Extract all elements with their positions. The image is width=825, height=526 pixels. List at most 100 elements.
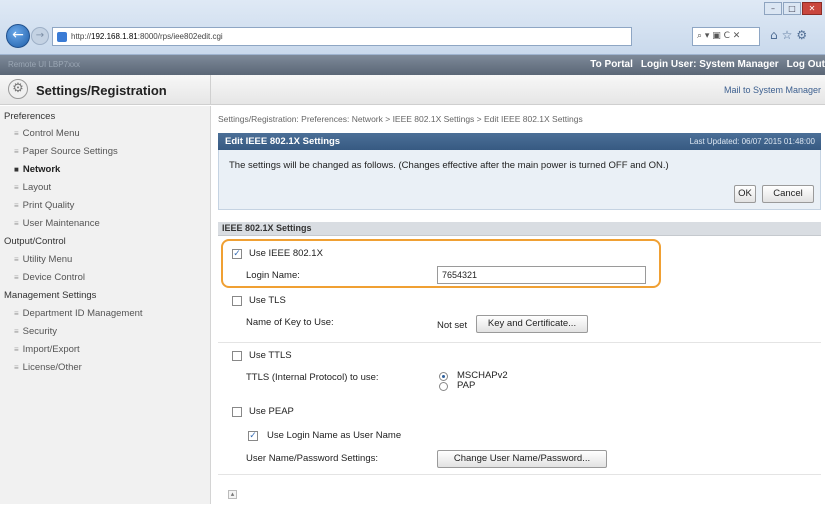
sidebar-item-label: Layout (22, 182, 52, 193)
panel-header: Edit IEEE 802.1X Settings Last Updated: … (218, 133, 821, 150)
panel-message-box: The settings will be changed as follows.… (218, 150, 821, 210)
use-ieee-label: Use IEEE 802.1X (249, 248, 323, 259)
sidebar-item-layout[interactable]: ≡ Layout (14, 182, 51, 193)
sidebar-item-security[interactable]: ≡ Security (14, 326, 57, 337)
last-updated: Last Updated: 06/07 2015 01:48:00 (689, 137, 815, 146)
browser-chrome: – □ ✕ ← → http://192.168.1.81:8000/rps/iee… (0, 0, 825, 55)
sidebar-item-label: Device Control (22, 272, 85, 283)
use-tls-checkbox[interactable] (232, 296, 242, 306)
use-ieee-checkbox[interactable]: ✓ (232, 249, 242, 259)
use-ttls-checkbox[interactable] (232, 351, 242, 361)
url-prefix: http:// (71, 32, 92, 41)
bullet-icon: ≡ (14, 327, 19, 336)
star-icon[interactable]: ☆ (782, 28, 797, 42)
address-bar[interactable]: http://192.168.1.81:8000/rps/iee802edit.… (52, 27, 632, 46)
url-host: 192.168.1.81 (91, 32, 138, 41)
sidebar-item-label: Paper Source Settings (22, 146, 118, 157)
sidebar-item-license-other[interactable]: ≡ License/Other (14, 362, 82, 373)
sidebar-group-output-control[interactable]: Output/Control (4, 236, 66, 247)
mail-system-manager-link[interactable]: Mail to System Manager (724, 85, 821, 95)
section-title: IEEE 802.1X Settings (222, 223, 312, 233)
sidebar-item-paper-source[interactable]: ≡ Paper Source Settings (14, 146, 118, 157)
pap-label: PAP (457, 380, 476, 391)
mschapv2-radio[interactable] (439, 372, 448, 381)
minimize-button[interactable]: – (764, 2, 782, 15)
change-notice: The settings will be changed as follows.… (229, 160, 669, 171)
sidebar-item-network[interactable]: ■ Network (14, 164, 60, 175)
login-user-label: Login User: System Manager (640, 59, 779, 70)
panel-title: Edit IEEE 802.1X Settings (225, 136, 341, 147)
site-favicon-icon (57, 32, 67, 42)
section-divider (218, 342, 821, 343)
sidebar-group-preferences[interactable]: Preferences (4, 111, 55, 122)
sidebar-item-label: License/Other (22, 362, 82, 373)
bullet-icon: ≡ (14, 183, 19, 192)
sidebar-item-label: Import/Export (22, 344, 80, 355)
use-login-as-user-label: Use Login Name as User Name (267, 430, 402, 441)
bullet-icon: ≡ (14, 129, 19, 138)
maximize-button[interactable]: □ (783, 2, 801, 15)
gear-icon[interactable]: ⚙ (796, 28, 811, 42)
sidebar-group-management[interactable]: Management Settings (4, 290, 96, 301)
to-portal-link[interactable]: To Portal (590, 59, 633, 70)
close-window-button[interactable]: ✕ (802, 2, 822, 15)
key-to-use-value: Not set (437, 320, 468, 331)
page-title: Settings/Registration (36, 83, 167, 98)
settings-gear-icon: ⚙ (8, 79, 28, 99)
pap-radio[interactable] (439, 382, 448, 391)
sidebar-item-department-id[interactable]: ≡ Department ID Management (14, 308, 143, 319)
scroll-top-icon[interactable]: ▴ (228, 490, 237, 499)
sidebar-item-label: Control Menu (22, 128, 80, 139)
home-icon[interactable]: ⌂ (770, 28, 782, 42)
bullet-icon: ≡ (14, 219, 19, 228)
login-name-label: Login Name: (246, 270, 300, 281)
app-topbar: Remote UI LBP7xxx To Portal Login User: S… (0, 55, 825, 75)
bullet-icon: ≡ (14, 201, 19, 210)
sidebar-item-label: Security (22, 326, 57, 337)
cancel-button[interactable]: Cancel (762, 185, 814, 203)
sidebar: Preferences ≡ Control Menu ≡ Paper Source … (0, 106, 211, 504)
sidebar-item-print-quality[interactable]: ≡ Print Quality (14, 200, 74, 211)
sidebar-item-label: Network (22, 164, 61, 175)
sidebar-item-label: User Maintenance (22, 218, 100, 229)
bullet-icon: ■ (14, 165, 19, 174)
sidebar-item-device-control[interactable]: ≡ Device Control (14, 272, 85, 283)
bottom-divider (218, 474, 821, 475)
bullet-icon: ≡ (14, 363, 19, 372)
page-title-row: ⚙ Settings/Registration Mail to System M… (0, 75, 825, 105)
back-arrow-icon[interactable]: ← (6, 24, 30, 48)
use-peap-label: Use PEAP (249, 406, 294, 417)
sidebar-item-control-menu[interactable]: ≡ Control Menu (14, 128, 80, 139)
bullet-icon: ≡ (14, 255, 19, 264)
sidebar-item-label: Department ID Management (22, 308, 143, 319)
forward-arrow-icon[interactable]: → (31, 27, 49, 45)
ok-button[interactable]: OK (734, 185, 756, 203)
device-brand: Remote UI LBP7xxx (8, 60, 81, 69)
sidebar-item-utility-menu[interactable]: ≡ Utility Menu (14, 254, 72, 265)
use-login-as-user-checkbox[interactable]: ✓ (248, 431, 258, 441)
title-divider (210, 75, 211, 105)
sidebar-item-label: Print Quality (22, 200, 75, 211)
address-controls[interactable]: ⌕ ▾ ▣ C ✕ (692, 27, 760, 46)
bullet-icon: ≡ (14, 273, 19, 282)
use-tls-label: Use TLS (249, 295, 286, 306)
user-pw-settings-label: User Name/Password Settings: (246, 453, 378, 464)
use-peap-checkbox[interactable] (232, 407, 242, 417)
section-header: IEEE 802.1X Settings (218, 222, 821, 236)
login-name-field[interactable]: 7654321 (437, 266, 646, 284)
key-to-use-label: Name of Key to Use: (246, 317, 334, 328)
key-and-certificate-button[interactable]: Key and Certificate... (476, 315, 588, 333)
ttls-protocol-label: TTLS (Internal Protocol) to use: (246, 372, 379, 383)
url-path: :8000/rps/iee802edit.cgi (137, 32, 223, 41)
logout-link[interactable]: Log Out (787, 59, 825, 70)
bullet-icon: ≡ (14, 309, 19, 318)
breadcrumb: Settings/Registration: Preferences: Netw… (218, 114, 583, 124)
use-ttls-label: Use TTLS (249, 350, 292, 361)
sidebar-item-import-export[interactable]: ≡ Import/Export (14, 344, 80, 355)
toolbar-icons: ⌂☆⚙ (770, 28, 811, 42)
sidebar-item-user-maintenance[interactable]: ≡ User Maintenance (14, 218, 100, 229)
sidebar-item-label: Utility Menu (22, 254, 73, 265)
change-user-password-button[interactable]: Change User Name/Password... (437, 450, 607, 468)
bullet-icon: ≡ (14, 147, 19, 156)
window-controls: – □ ✕ (763, 2, 822, 16)
